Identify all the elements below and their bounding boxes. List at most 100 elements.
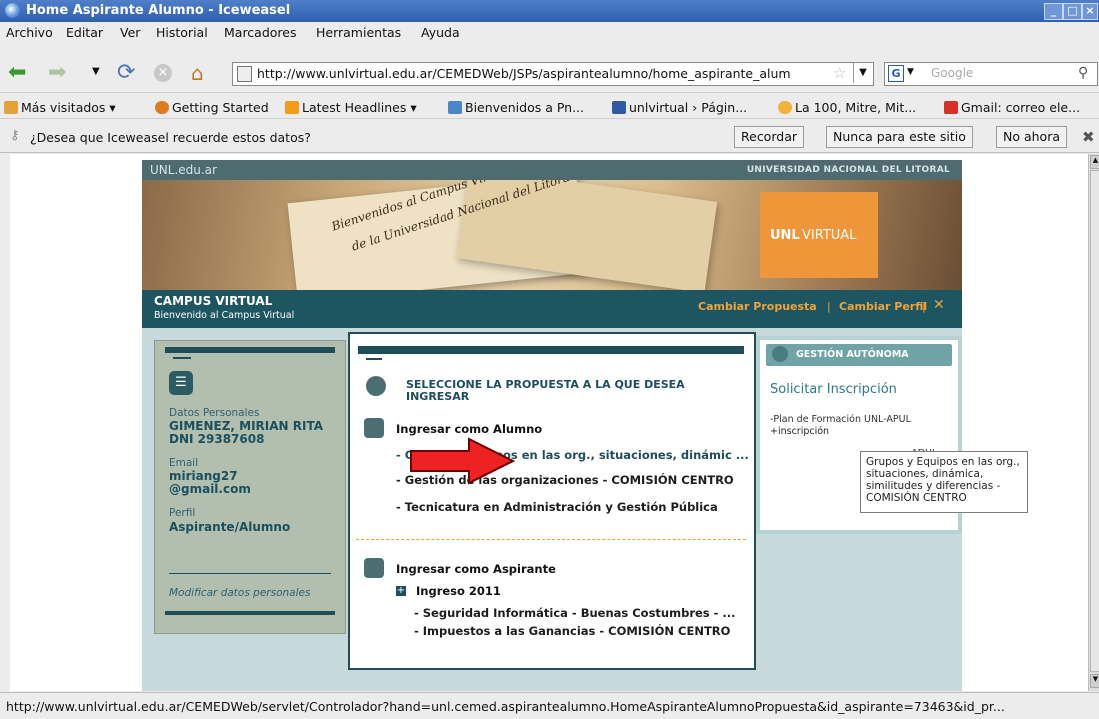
- email-line1: miriang27: [169, 469, 238, 483]
- tooltip-line: situaciones, dinámica,: [866, 468, 984, 480]
- bookmarks-toolbar: Más visitados ▾ Getting Started Latest H…: [0, 96, 1099, 119]
- panel-top-bar: [165, 347, 335, 353]
- divider: [366, 358, 382, 360]
- reload-icon[interactable]: ⟳: [117, 62, 135, 84]
- rss-icon: [285, 101, 299, 114]
- datos-label: Datos Personales: [169, 407, 260, 419]
- logout-icon[interactable]: ✕: [933, 297, 945, 313]
- plan-formacion-text: -Plan de Formación UNL-APUL: [770, 414, 911, 425]
- bookmark-la100[interactable]: La 100, Mitre, Mit...: [778, 100, 916, 115]
- bookmark-label: Bienvenidos a Pn...: [465, 100, 585, 115]
- expand-icon[interactable]: +: [396, 586, 406, 596]
- cambiar-propuesta-link[interactable]: Cambiar Propuesta: [698, 300, 817, 313]
- link-tooltip: Grupos y Equipos en las org., situacione…: [860, 451, 1028, 513]
- menu-ver[interactable]: Ver: [120, 25, 140, 40]
- aspirante-heading: Ingresar como Aspirante: [396, 562, 556, 576]
- window-title-bar: Home Aspirante Alumno - Iceweasel _ □ ×: [0, 0, 1099, 22]
- menu-editar[interactable]: Editar: [66, 25, 103, 40]
- page-icon: [237, 66, 252, 82]
- url-bar[interactable]: http://www.unlvirtual.edu.ar/CEMEDWeb/JS…: [232, 62, 874, 86]
- search-icon[interactable]: ⚲: [1078, 65, 1088, 81]
- campus-title: CAMPUS VIRTUAL: [154, 294, 273, 308]
- close-notification-icon[interactable]: ✖: [1082, 128, 1095, 146]
- separator: |: [922, 300, 926, 313]
- not-now-button[interactable]: No ahora: [996, 126, 1068, 148]
- bookmark-star-icon[interactable]: ☆: [833, 64, 846, 82]
- back-icon[interactable]: ⬅: [8, 62, 26, 84]
- course-link-tecnicatura[interactable]: - Tecnicatura en Administración y Gestió…: [396, 500, 718, 514]
- logo-rest: VIRTUAL: [802, 228, 857, 243]
- url-dropdown-icon[interactable]: ▼: [853, 63, 872, 83]
- bookmark-getting-started[interactable]: Getting Started: [155, 100, 269, 115]
- search-placeholder: Google: [931, 66, 974, 80]
- university-name: UNIVERSIDAD NACIONAL DEL LITORAL: [746, 165, 950, 175]
- menu-ayuda[interactable]: Ayuda: [421, 25, 460, 40]
- unlvirtual-logo: UNL VIRTUAL: [760, 192, 878, 278]
- gmail-icon: [944, 101, 958, 114]
- menu-marcadores[interactable]: Marcadores: [224, 25, 297, 40]
- status-bar: http://www.unlvirtual.edu.ar/CEMEDWeb/se…: [0, 692, 1099, 719]
- bookmark-label: Getting Started: [172, 100, 269, 115]
- perfil-value: Aspirante/Alumno: [169, 520, 291, 534]
- aspirant-icon: [364, 558, 384, 578]
- scroll-thumb[interactable]: [1090, 170, 1099, 672]
- bookmark-gmail[interactable]: Gmail: correo ele...: [944, 100, 1080, 115]
- site-icon: [778, 101, 792, 114]
- iceweasel-icon: [5, 3, 20, 18]
- tooltip-line: Grupos y Equipos en las org.,: [866, 456, 1020, 468]
- stop-icon[interactable]: ×: [154, 64, 172, 82]
- solicitar-inscripcion-link[interactable]: Solicitar Inscripción: [770, 382, 897, 397]
- separator: |: [827, 300, 831, 313]
- key-icon: ⚷: [10, 128, 20, 143]
- proposal-title-line2: INGRESAR: [406, 390, 470, 403]
- cambiar-perfil-link[interactable]: Cambiar Perfil: [839, 300, 927, 313]
- email-line2: @gmail.com: [169, 482, 251, 496]
- user-dni: DNI 29387608: [169, 432, 265, 446]
- scroll-down-icon[interactable]: ▼: [1090, 674, 1099, 688]
- page-viewport: UNL.edu.ar UNIVERSIDAD NACIONAL DEL LITO…: [10, 154, 1088, 691]
- close-window-button[interactable]: ×: [1082, 3, 1098, 20]
- dashed-divider: [356, 539, 746, 540]
- welcome-banner: Bienvenidos al Campus Virtual de la Univ…: [142, 180, 962, 290]
- bookmark-label: La 100, Mitre, Mit...: [795, 100, 917, 115]
- panel-top-bar: [358, 346, 744, 354]
- tooltip-line: similitudes y diferencias -: [866, 480, 1001, 492]
- google-engine-icon[interactable]: G: [888, 65, 904, 82]
- scroll-up-icon[interactable]: ▲: [1090, 155, 1099, 169]
- engine-dropdown-icon[interactable]: ▼: [907, 67, 914, 77]
- menu-historial[interactable]: Historial: [156, 25, 208, 40]
- email-label: Email: [169, 457, 199, 469]
- never-for-site-button[interactable]: Nunca para este sitio: [826, 126, 973, 148]
- history-dropdown-icon[interactable]: ▼: [92, 66, 100, 77]
- home-icon[interactable]: ⌂: [191, 62, 204, 84]
- unl-icon: [612, 101, 626, 114]
- red-arrow-icon: [410, 437, 516, 485]
- forward-icon[interactable]: ➡: [48, 62, 66, 84]
- search-box[interactable]: G ▼ Google ⚲: [884, 62, 1098, 86]
- unl-home-link[interactable]: UNL.edu.ar: [150, 163, 217, 177]
- bookmark-latest-headlines[interactable]: Latest Headlines ▾: [285, 100, 417, 115]
- bookmark-bienvenidos[interactable]: Bienvenidos a Pn...: [448, 100, 584, 115]
- firefox-icon: [155, 101, 169, 114]
- course-link-seguridad[interactable]: - Seguridad Informática - Buenas Costumb…: [414, 606, 736, 620]
- tooltip-line: COMISIÓN CENTRO: [866, 492, 967, 504]
- bookmark-mas-visitados[interactable]: Más visitados ▾: [4, 100, 116, 115]
- menu-herramientas[interactable]: Herramientas: [316, 25, 401, 40]
- student-icon: [364, 418, 384, 438]
- profile-card-icon: ☰: [169, 371, 193, 395]
- remember-button[interactable]: Recordar: [734, 126, 804, 148]
- inscripcion-link[interactable]: +inscripción: [770, 426, 829, 437]
- campus-subtitle: Bienvenido al Campus Virtual: [154, 310, 295, 321]
- maximize-button[interactable]: □: [1063, 3, 1082, 20]
- ingreso-label[interactable]: Ingreso 2011: [416, 584, 501, 598]
- bookmark-label: Más visitados ▾: [21, 100, 116, 115]
- modify-profile-link[interactable]: Modificar datos personales: [169, 587, 310, 599]
- minimize-button[interactable]: _: [1044, 3, 1063, 20]
- vertical-scrollbar[interactable]: ▲ ▼: [1088, 154, 1099, 691]
- panel-header: GESTIÓN AUTÓNOMA: [766, 344, 952, 366]
- course-link-impuestos[interactable]: - Impuestos a las Ganancias - COMISIÓN C…: [414, 624, 730, 638]
- menu-archivo[interactable]: Archivo: [6, 25, 53, 40]
- divider: [173, 357, 191, 359]
- folder-icon: [4, 101, 18, 114]
- bookmark-unlvirtual[interactable]: unlvirtual › Págin...: [612, 100, 747, 115]
